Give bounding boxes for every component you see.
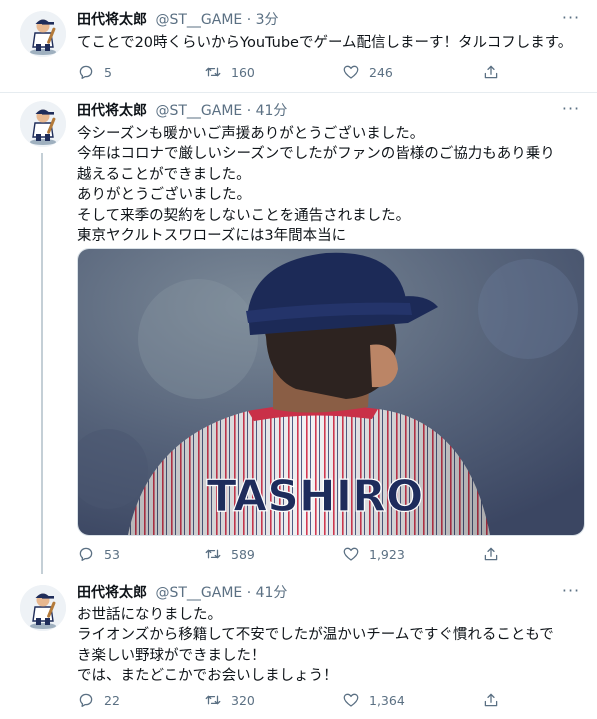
reply-button[interactable]: 53 — [77, 544, 120, 564]
display-name[interactable]: 田代将太郎 — [77, 585, 147, 601]
avatar[interactable] — [20, 585, 66, 631]
tweet-text-line: ライオンズから移籍して不安でしたが温かいチームですぐ慣れることもで — [77, 627, 554, 644]
tweet-header: 田代将太郎 @ST__GAME · 41分 — [77, 101, 287, 121]
tweet-header: 田代将太郎 @ST__GAME · 41分 — [77, 583, 287, 603]
user-handle[interactable]: @ST__GAME — [155, 12, 242, 28]
retweet-count: 320 — [231, 692, 255, 708]
like-count: 1,364 — [369, 692, 405, 708]
display-name[interactable]: 田代将太郎 — [77, 103, 147, 119]
share-button[interactable] — [482, 62, 500, 82]
retweet-button[interactable]: 589 — [204, 544, 255, 564]
tweet-text: 今シーズンも暖かいご声援ありがとうございました。 今年はコロナで厳しいシーズンで… — [77, 124, 582, 246]
tweet-text: お世話になりました。 ライオンズから移籍して不安でしたが温かいチームですぐ慣れる… — [77, 605, 582, 687]
tweet[interactable]: 田代将太郎 @ST__GAME · 41分 ··· 今シーズンも暖かいご声援あり… — [0, 93, 597, 573]
retweet-count: 160 — [231, 64, 255, 80]
like-button[interactable]: 1,923 — [342, 544, 405, 564]
heart-icon — [342, 691, 360, 709]
reply-button[interactable]: 22 — [77, 690, 120, 710]
reply-count: 5 — [104, 64, 112, 80]
tweet-time[interactable]: 41分 — [256, 103, 288, 119]
tweet-text-line: では、またどこかでお会いしましょう！ — [77, 668, 338, 685]
more-options-icon[interactable]: ··· — [561, 101, 581, 123]
tweet-time[interactable]: 41分 — [256, 585, 288, 601]
jersey-name-text: TASHIRO — [207, 471, 424, 522]
user-handle[interactable]: @ST__GAME — [155, 585, 242, 601]
tweet-text-line: てことで20時くらいからYouTubeでゲーム配信しまーす！タルコフします。 — [77, 35, 573, 51]
retweet-icon — [204, 545, 222, 563]
avatar[interactable] — [20, 11, 66, 57]
share-button[interactable] — [482, 690, 500, 710]
heart-icon — [342, 63, 360, 81]
tweet-text-line: 今年はコロナで厳しいシーズンでしたがファンの皆様のご協力もあり乗り — [77, 146, 555, 163]
player-photo: TASHIRO — [78, 249, 584, 535]
separator-dot: · — [246, 103, 252, 119]
tweet-time[interactable]: 3分 — [256, 12, 279, 28]
more-options-icon[interactable]: ··· — [561, 10, 581, 32]
tweet[interactable]: 田代将太郎 @ST__GAME · 3分 ··· てことで20時くらいからYou… — [0, 0, 597, 93]
display-name[interactable]: 田代将太郎 — [77, 12, 147, 28]
retweet-button[interactable]: 320 — [204, 690, 255, 710]
heart-icon — [342, 545, 360, 563]
reply-button[interactable]: 5 — [77, 62, 112, 82]
tweet-photo[interactable]: TASHIRO — [77, 248, 585, 536]
like-button[interactable]: 1,364 — [342, 690, 405, 710]
reply-icon — [77, 691, 95, 709]
tweet-text-line: き楽しい野球ができました！ — [77, 647, 266, 664]
share-icon — [482, 545, 500, 563]
tweet-actions: 22 320 1,364 — [77, 690, 517, 710]
avatar[interactable] — [20, 101, 66, 147]
reply-icon — [77, 545, 95, 563]
tweet-text-line: お世話になりました。 — [77, 607, 222, 623]
user-handle[interactable]: @ST__GAME — [155, 103, 242, 119]
tweet-text: てことで20時くらいからYouTubeでゲーム配信しまーす！タルコフします。 — [77, 33, 582, 53]
tweet-text-line: ありがとうございました。 — [77, 187, 251, 204]
separator-dot: · — [246, 585, 252, 601]
tweet-header: 田代将太郎 @ST__GAME · 3分 — [77, 10, 279, 30]
share-button[interactable] — [482, 544, 500, 564]
tweet-text-line: 東京ヤクルトスワローズには3年間本当に — [77, 228, 347, 245]
tweet[interactable]: 田代将太郎 @ST__GAME · 41分 ··· お世話になりました。 ライオ… — [0, 573, 597, 719]
reply-count: 53 — [104, 546, 120, 562]
tweet-text-line: そして来季の契約をしないことを通告されました。 — [77, 207, 411, 224]
tweet-text-line: 越えることができました。 — [77, 166, 251, 183]
more-options-icon[interactable]: ··· — [561, 583, 581, 605]
reply-count: 22 — [104, 692, 120, 708]
retweet-icon — [204, 691, 222, 709]
retweet-icon — [204, 63, 222, 81]
share-icon — [482, 63, 500, 81]
like-count: 246 — [369, 64, 393, 80]
separator-dot: · — [246, 12, 252, 28]
reply-icon — [77, 63, 95, 81]
retweet-count: 589 — [231, 546, 255, 562]
tweet-actions: 5 160 246 — [77, 62, 517, 82]
tweet-text-line: 今シーズンも暖かいご声援ありがとうございました。 — [77, 126, 425, 142]
like-button[interactable]: 246 — [342, 62, 393, 82]
like-count: 1,923 — [369, 546, 405, 562]
retweet-button[interactable]: 160 — [204, 62, 255, 82]
share-icon — [482, 691, 500, 709]
tweet-actions: 53 589 1,923 — [77, 544, 517, 564]
